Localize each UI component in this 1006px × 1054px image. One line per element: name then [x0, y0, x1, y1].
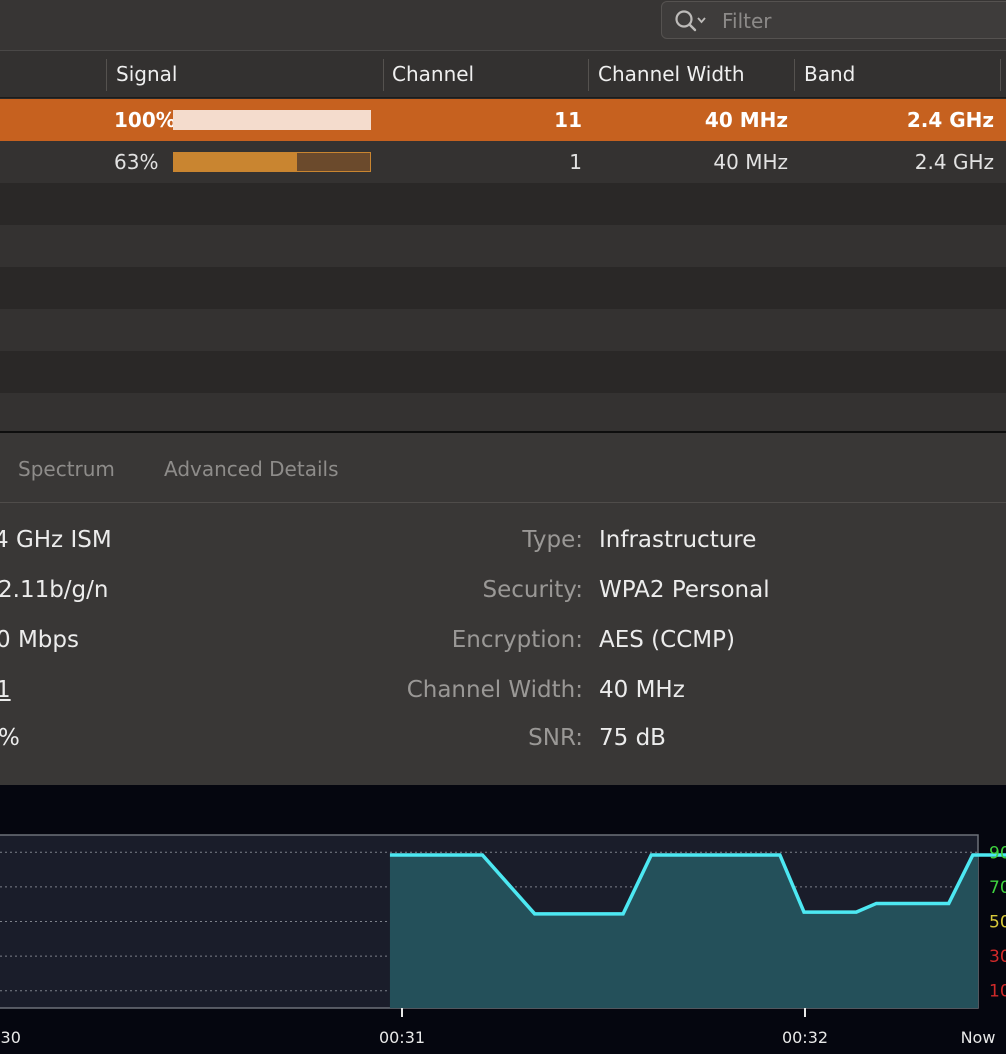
snr-label: SNR: [528, 725, 583, 751]
detail-left-value: 4 GHz ISM [0, 527, 112, 553]
x-tick-label: Now [961, 1028, 996, 1047]
signal-bar-fill [174, 153, 298, 171]
y-tick-label: 30 [989, 947, 1006, 967]
column-separator[interactable] [794, 59, 795, 91]
detail-left-value: 0 Mbps [0, 627, 79, 653]
security-label: Security: [482, 577, 583, 603]
channel-width-value: 40 MHz [704, 108, 788, 132]
table-header: Signal Channel Channel Width Band [0, 50, 1006, 98]
signal-value: 63% [114, 150, 159, 174]
empty-row [0, 225, 1006, 267]
detail-left-value: % [0, 725, 20, 751]
channel-value: 11 [554, 108, 582, 132]
type-value: Infrastructure [599, 527, 757, 553]
detail-tabs: Spectrum Advanced Details [0, 433, 1006, 503]
column-separator[interactable] [588, 59, 589, 91]
empty-row [0, 183, 1006, 225]
channel-width-value: 40 MHz [713, 150, 788, 174]
empty-row [0, 393, 1006, 431]
y-tick-label: 90 [989, 843, 1006, 863]
empty-row [0, 351, 1006, 393]
toolbar [0, 0, 1006, 50]
snr-value: 75 dB [599, 725, 666, 751]
table-row-selected[interactable]: 100% 11 40 MHz 2.4 GHz [0, 99, 1006, 141]
x-tick-label: 00:31 [379, 1028, 425, 1047]
detail-left-link[interactable]: 1 [0, 675, 11, 705]
table-row[interactable]: 63% 1 40 MHz 2.4 GHz [0, 141, 1006, 183]
filter-input[interactable] [720, 6, 1004, 36]
tab-spectrum[interactable]: Spectrum [18, 433, 115, 503]
details-panel: 4 GHz ISM 2.11b/g/n 0 Mbps 1 % Type: Inf… [0, 503, 1006, 785]
encryption-value: AES (CCMP) [599, 627, 735, 653]
y-tick-label: 70 [989, 878, 1006, 898]
column-separator[interactable] [1000, 59, 1001, 91]
x-tick-label: 00:32 [782, 1028, 828, 1047]
channel-width-label: Channel Width: [406, 677, 583, 703]
tab-advanced-details[interactable]: Advanced Details [164, 433, 338, 503]
y-tick-label: 50 [989, 913, 1006, 933]
detail-left-value: 2.11b/g/n [0, 577, 109, 603]
column-separator[interactable] [383, 59, 384, 91]
column-separator[interactable] [106, 59, 107, 91]
column-header-channel[interactable]: Channel [392, 51, 474, 97]
channel-value: 1 [569, 150, 582, 174]
security-value: WPA2 Personal [599, 577, 770, 603]
signal-bar-fill [173, 110, 371, 130]
y-tick-label: 10 [989, 982, 1006, 1002]
signal-graph: :30 00:31 00:32 Now 90 70 50 30 10 [0, 785, 1006, 1054]
signal-graph-canvas: :30 00:31 00:32 Now 90 70 50 30 10 [0, 834, 1006, 1047]
band-value: 2.4 GHz [906, 108, 994, 132]
band-value: 2.4 GHz [914, 150, 994, 174]
column-header-band[interactable]: Band [804, 51, 855, 97]
empty-row [0, 267, 1006, 309]
type-label: Type: [522, 527, 583, 553]
search-icon[interactable] [674, 9, 714, 33]
channel-width-detail-value: 40 MHz [599, 677, 685, 703]
column-header-channel-width[interactable]: Channel Width [598, 51, 745, 97]
column-header-signal[interactable]: Signal [116, 51, 177, 97]
encryption-label: Encryption: [451, 627, 583, 653]
signal-value: 100% [114, 108, 176, 132]
empty-row [0, 309, 1006, 351]
filter-field[interactable] [661, 1, 1006, 39]
x-tick-label: :30 [0, 1028, 21, 1047]
signal-bar [173, 152, 371, 172]
signal-bar [173, 110, 371, 130]
